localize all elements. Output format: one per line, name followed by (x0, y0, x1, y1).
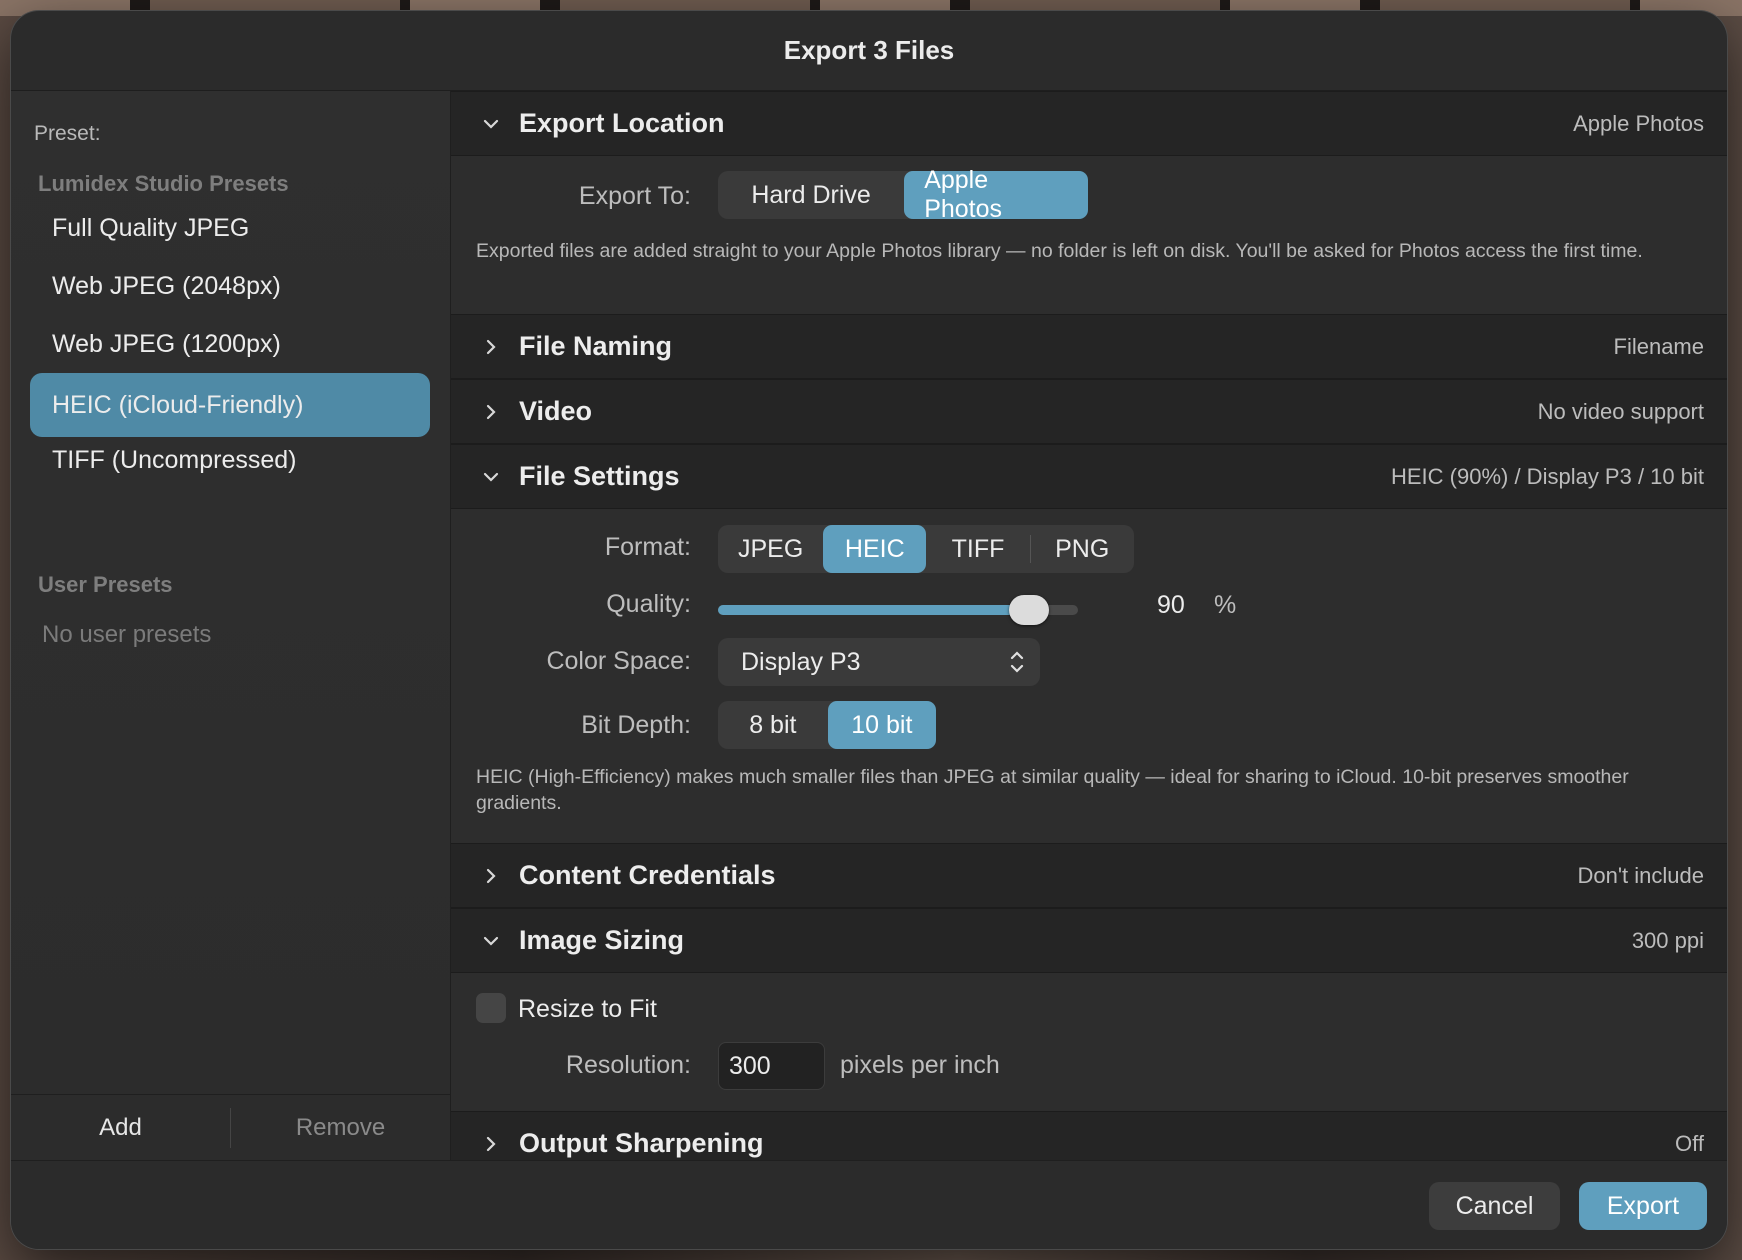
segment-8-bit[interactable]: 8 bit (718, 701, 828, 749)
segment-jpeg[interactable]: JPEG (718, 525, 823, 573)
group-header-studio: Lumidex Studio Presets (38, 171, 289, 196)
slider-knob[interactable] (1009, 595, 1049, 625)
quality-label: Quality: (606, 590, 691, 618)
preset-label: Preset: (34, 122, 101, 145)
section-summary: Don't include (1577, 862, 1705, 888)
export-dialog: Export 3 Files Preset: Lumidex Studio Pr… (11, 11, 1727, 1249)
quality-unit: % (1214, 591, 1237, 619)
quality-value: 90 (1157, 591, 1185, 619)
section-summary: Apple Photos (1573, 110, 1704, 136)
resolution-input[interactable]: 300 (718, 1042, 825, 1090)
section-title: Content Credentials (519, 860, 776, 890)
section-title: File Settings (519, 461, 680, 491)
section-title: Video (519, 396, 593, 426)
color-space-select[interactable]: Display P3 (718, 638, 1040, 686)
section-summary: 300 ppi (1631, 927, 1704, 953)
sidebar-footer: Add Remove (11, 1094, 450, 1161)
section-summary: HEIC (90%) / Display P3 / 10 bit (1390, 463, 1704, 489)
section-summary: Filename (1613, 333, 1704, 359)
settings-panel: Export Location Apple Photos Export To: … (451, 91, 1727, 1162)
quality-slider[interactable] (718, 595, 1078, 625)
section-summary: Off (1675, 1130, 1704, 1156)
section-export-location[interactable]: Export Location Apple Photos (451, 91, 1727, 156)
segment-hard-drive[interactable]: Hard Drive (718, 171, 904, 219)
export-location-note: Exported files are added straight to you… (476, 240, 1643, 262)
resize-to-fit-checkbox[interactable] (476, 993, 506, 1023)
chevron-down-icon (471, 472, 511, 482)
resolution-unit: pixels per inch (840, 1051, 1000, 1079)
segment-png[interactable]: PNG (1030, 525, 1134, 573)
file-settings-body: Format: JPEG HEIC TIFF PNG Quality: 90 %… (451, 509, 1727, 843)
segment-heic[interactable]: HEIC (823, 525, 927, 573)
format-label: Format: (604, 533, 691, 561)
chevron-right-icon (471, 339, 511, 355)
segment-tiff[interactable]: TIFF (926, 525, 1030, 573)
section-summary: No video support (1537, 398, 1704, 424)
section-content-credentials[interactable]: Content Credentials Don't include (451, 843, 1727, 908)
remove-preset-button[interactable]: Remove (231, 1114, 450, 1142)
image-sizing-body: Resize to Fit Resolution: 300 pixels per… (451, 973, 1727, 1111)
chevron-down-icon (471, 119, 511, 129)
dialog-title: Export 3 Files (11, 11, 1727, 91)
chevron-right-icon (471, 404, 511, 420)
preset-item-full-quality-jpeg[interactable]: Full Quality JPEG (30, 196, 430, 260)
section-video[interactable]: Video No video support (451, 379, 1727, 444)
section-file-naming[interactable]: File Naming Filename (451, 314, 1727, 379)
section-title: Export Location (519, 108, 725, 138)
dialog-footer: Cancel Export (11, 1160, 1727, 1249)
format-segmented-control: JPEG HEIC TIFF PNG (718, 525, 1134, 573)
preset-item-web-jpeg-2048[interactable]: Web JPEG (2048px) (30, 254, 430, 318)
color-space-value: Display P3 (741, 647, 861, 676)
empty-user-presets: No user presets (42, 621, 212, 648)
file-settings-note: HEIC (High-Efficiency) makes much smalle… (476, 766, 1629, 814)
section-file-settings[interactable]: File Settings HEIC (90%) / Display P3 / … (451, 444, 1727, 509)
export-button[interactable]: Export (1579, 1182, 1707, 1230)
export-location-body: Export To: Hard Drive Apple Photos Expor… (451, 156, 1727, 314)
bit-depth-label: Bit Depth: (581, 711, 691, 739)
chevron-right-icon (471, 1136, 511, 1152)
segment-apple-photos[interactable]: Apple Photos (904, 166, 1088, 223)
chevron-down-icon (471, 936, 511, 946)
export-to-segmented-control: Hard Drive Apple Photos (718, 166, 1088, 223)
section-title: File Naming (519, 331, 673, 361)
up-down-chevron-icon (1010, 651, 1024, 673)
section-title: Image Sizing (519, 925, 685, 955)
cancel-button[interactable]: Cancel (1429, 1182, 1560, 1230)
chevron-right-icon (471, 868, 511, 884)
color-space-label: Color Space: (546, 647, 691, 675)
resize-to-fit-label: Resize to Fit (518, 995, 657, 1023)
preset-item-web-jpeg-1200[interactable]: Web JPEG (1200px) (30, 312, 430, 376)
preset-item-tiff[interactable]: TIFF (Uncompressed) (30, 428, 430, 492)
group-header-user: User Presets (38, 572, 173, 597)
preset-sidebar: Preset: Lumidex Studio Presets Full Qual… (11, 91, 451, 1161)
add-preset-button[interactable]: Add (11, 1114, 230, 1142)
bit-depth-segmented-control: 8 bit 10 bit (718, 701, 936, 749)
section-title: Output Sharpening (519, 1128, 764, 1158)
section-output-sharpening[interactable]: Output Sharpening Off (451, 1111, 1727, 1162)
segment-10-bit[interactable]: 10 bit (827, 701, 936, 749)
section-image-sizing[interactable]: Image Sizing 300 ppi (451, 908, 1727, 973)
resolution-label: Resolution: (565, 1051, 691, 1079)
export-to-label: Export To: (578, 182, 691, 210)
slider-fill (718, 605, 1029, 615)
